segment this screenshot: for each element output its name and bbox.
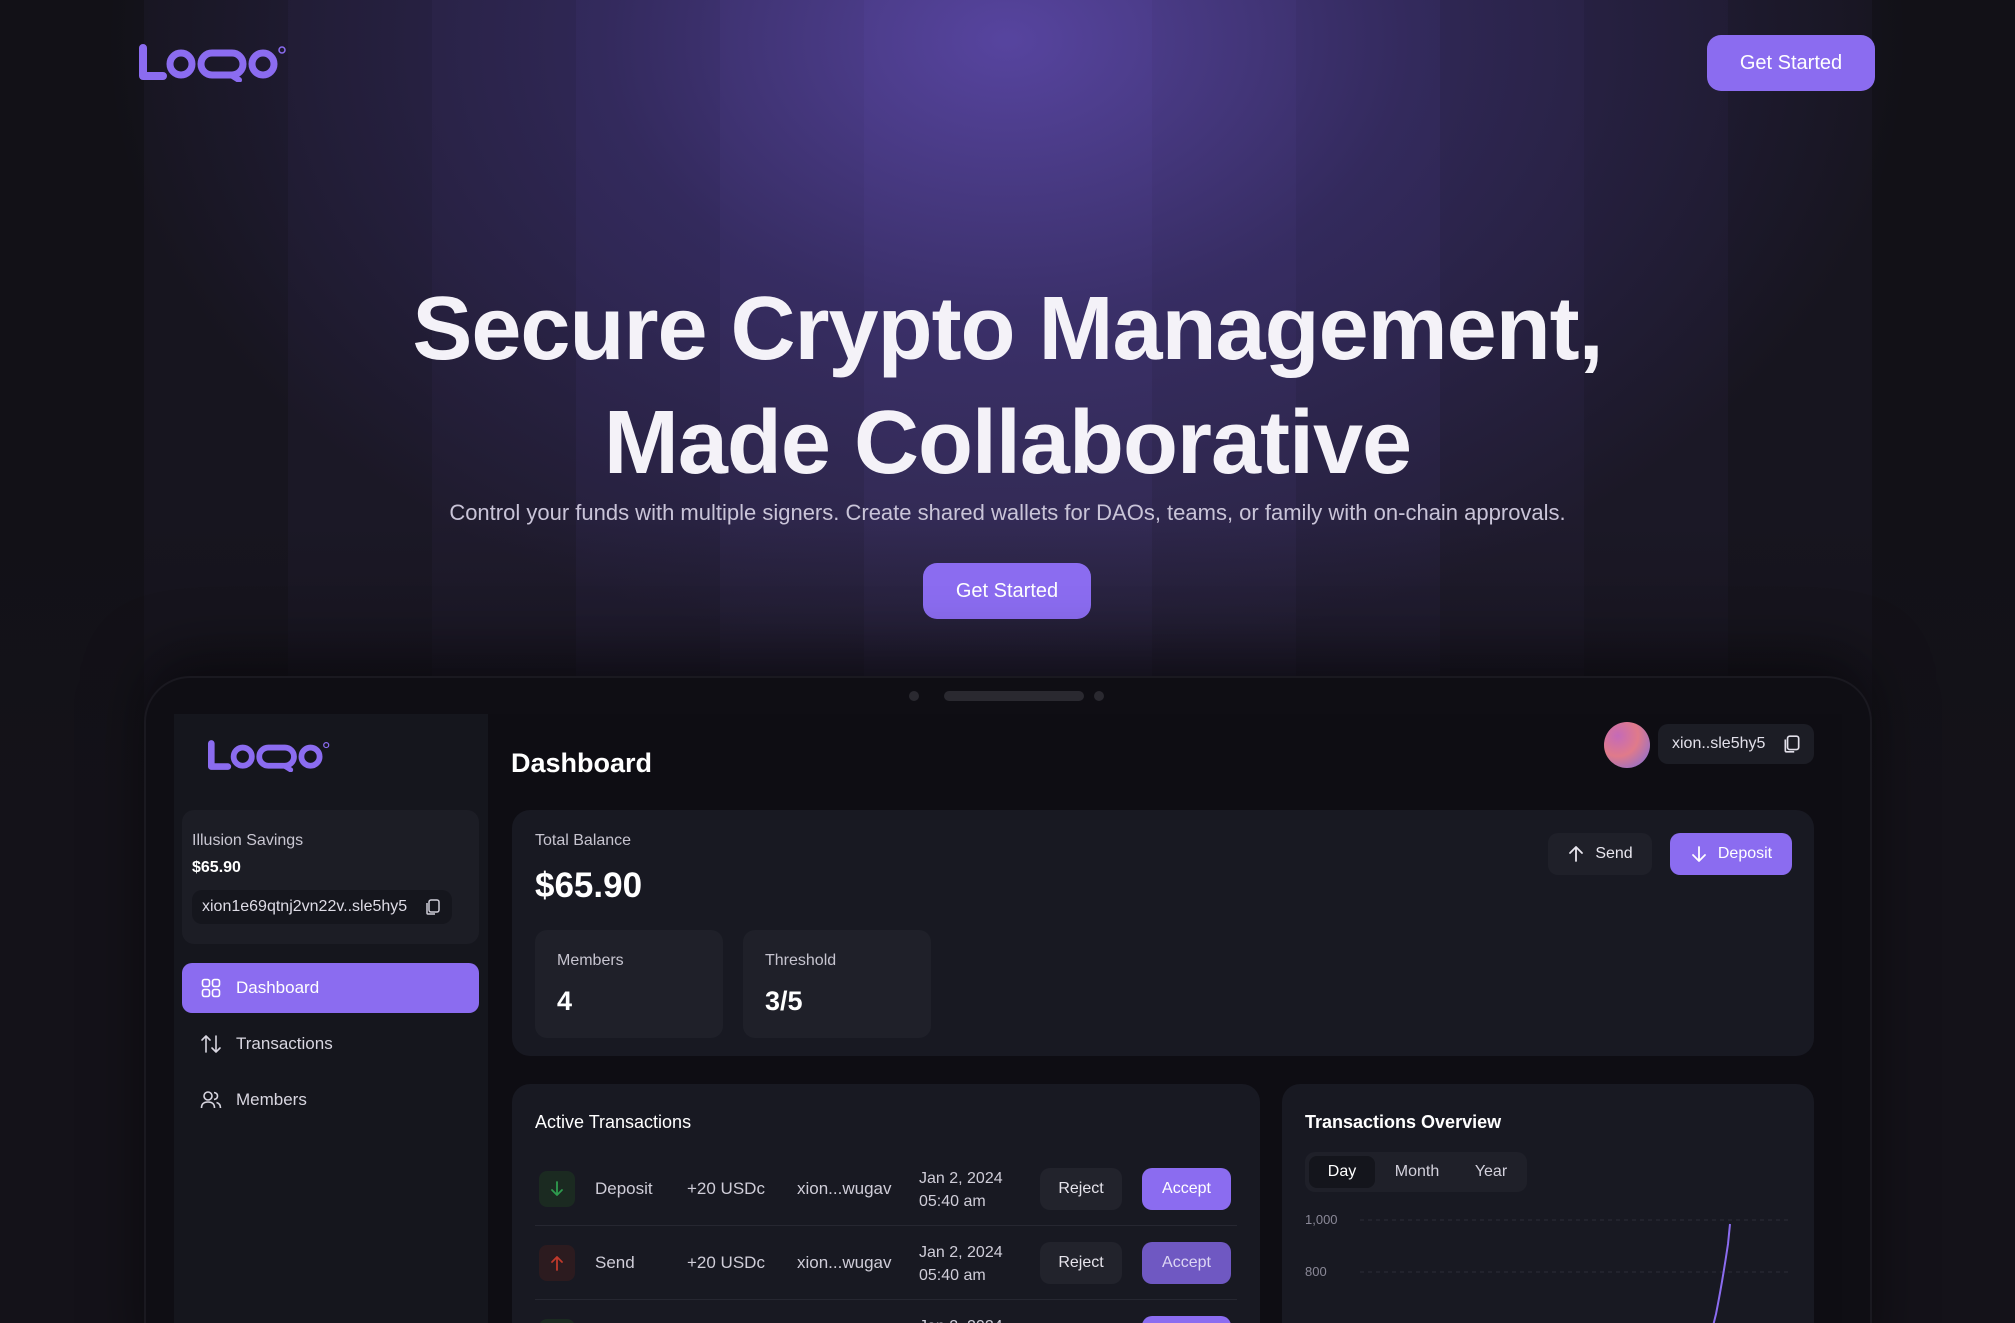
sidebar-logo[interactable] <box>208 738 332 772</box>
users-icon <box>200 1089 222 1111</box>
sensor-dot <box>1094 691 1104 701</box>
deposit-arrow-icon <box>539 1319 575 1323</box>
wallet-address: xion1e69qtnj2vn22v..sle5hy5 <box>202 898 408 915</box>
table-row: Deposit +20 USDc xion...wugav Jan 2, 202… <box>535 1152 1237 1226</box>
balance-card: Total Balance $65.90 Send Deposit Member… <box>512 810 1814 1056</box>
send-button[interactable]: Send <box>1548 833 1652 875</box>
hero-title: Secure Crypto Management, Made Collabora… <box>0 272 2015 500</box>
deposit-arrow-icon <box>539 1171 575 1207</box>
active-transactions-card: Active Transactions Deposit +20 USDc xio… <box>512 1084 1260 1323</box>
copy-icon[interactable] <box>1782 734 1802 759</box>
stat-value: 4 <box>557 986 573 1016</box>
send-button-label: Send <box>1595 845 1633 862</box>
active-transactions-title: Active Transactions <box>535 1112 692 1132</box>
sidebar: Illusion Savings $65.90 xion1e69qtnj2vn2… <box>174 714 488 1323</box>
series-line <box>1712 1223 1731 1323</box>
wallet-name: Illusion Savings <box>192 832 304 849</box>
sidebar-item-label: Transactions <box>236 1034 333 1053</box>
total-balance-value: $65.90 <box>535 866 643 905</box>
tx-datetime: Jan 2, 2024 05:40 am <box>919 1167 1003 1213</box>
user-address-pill[interactable]: xion..sle5hy5 <box>1658 724 1814 764</box>
loqo-logo-icon <box>139 44 286 82</box>
arrows-updown-icon <box>200 1033 222 1055</box>
hero-title-line1: Secure Crypto Management, <box>412 279 1603 379</box>
avatar[interactable] <box>1604 722 1650 768</box>
threshold-stat: Threshold 3/5 <box>743 930 931 1038</box>
grid-icon <box>200 977 222 999</box>
camera-dot <box>909 691 919 701</box>
accept-button[interactable] <box>1142 1316 1231 1323</box>
stat-label: Members <box>557 952 624 969</box>
top-navbar: Get Started <box>0 0 2015 130</box>
tx-time: 05:40 am <box>919 1267 986 1284</box>
copy-icon[interactable] <box>424 898 442 921</box>
reject-button[interactable]: Reject <box>1040 1242 1122 1284</box>
tx-amount: +20 USDc <box>687 1179 765 1198</box>
tx-date: Jan 2, 2024 <box>919 1170 1003 1187</box>
transactions-overview-card: Transactions Overview Day Month Year 1,0… <box>1282 1084 1814 1323</box>
reject-button[interactable]: Reject <box>1040 1168 1122 1210</box>
tx-address: xion...wugav <box>797 1253 892 1272</box>
sidebar-item-members[interactable]: Members <box>182 1075 479 1125</box>
table-row: Jan 2, 2024 <box>535 1300 1237 1323</box>
sidebar-item-dashboard[interactable]: Dashboard <box>182 963 479 1013</box>
tx-amount: +20 USDc <box>687 1253 765 1272</box>
hero-subtitle: Control your funds with multiple signers… <box>449 500 1566 525</box>
overview-chart <box>1360 1219 1790 1323</box>
sidebar-item-label: Dashboard <box>236 978 320 997</box>
dashboard-app: Illusion Savings $65.90 xion1e69qtnj2vn2… <box>174 714 1842 1323</box>
hero-get-started-button[interactable]: Get Started <box>923 563 1091 619</box>
deposit-button[interactable]: Deposit <box>1670 833 1792 875</box>
tx-date: Jan 2, 2024 <box>919 1244 1003 1261</box>
user-address: xion..sle5hy5 <box>1672 735 1766 752</box>
accept-button[interactable]: Accept <box>1142 1242 1231 1284</box>
stat-label: Threshold <box>765 952 837 969</box>
members-stat: Members 4 <box>535 930 723 1038</box>
wallet-address-pill[interactable]: xion1e69qtnj2vn22v..sle5hy5 <box>192 890 452 924</box>
table-row: Send +20 USDc xion...wugav Jan 2, 2024 0… <box>535 1226 1237 1300</box>
tx-type: Deposit <box>595 1179 653 1198</box>
total-balance-label: Total Balance <box>535 832 632 849</box>
tx-date: Jan 2, 2024 <box>919 1315 1003 1323</box>
tx-address: xion...wugav <box>797 1179 892 1198</box>
tx-type: Send <box>595 1253 635 1272</box>
accept-button[interactable]: Accept <box>1142 1168 1231 1210</box>
loqo-logo-icon <box>208 740 330 772</box>
tx-datetime: Jan 2, 2024 <box>919 1315 1003 1323</box>
send-arrow-icon <box>539 1245 575 1281</box>
deposit-button-label: Deposit <box>1717 845 1773 862</box>
sidebar-item-label: Members <box>236 1090 307 1109</box>
landing-page: Get Started Secure Crypto Management, Ma… <box>0 0 2015 1323</box>
stat-value: 3/5 <box>765 986 803 1016</box>
tx-time: 05:40 am <box>919 1193 986 1210</box>
wallet-balance: $65.90 <box>192 859 241 876</box>
header-get-started-button[interactable]: Get Started <box>1707 35 1875 91</box>
sidebar-item-transactions[interactable]: Transactions <box>182 1019 479 1069</box>
speaker-bar <box>944 691 1084 701</box>
brand-logo[interactable] <box>139 42 289 82</box>
page-title: Dashboard <box>511 748 653 778</box>
hero-title-line2: Made Collaborative <box>603 393 1412 493</box>
tx-datetime: Jan 2, 2024 05:40 am <box>919 1241 1003 1287</box>
arrow-down-icon <box>1691 846 1706 862</box>
arrow-up-icon <box>1569 846 1584 862</box>
